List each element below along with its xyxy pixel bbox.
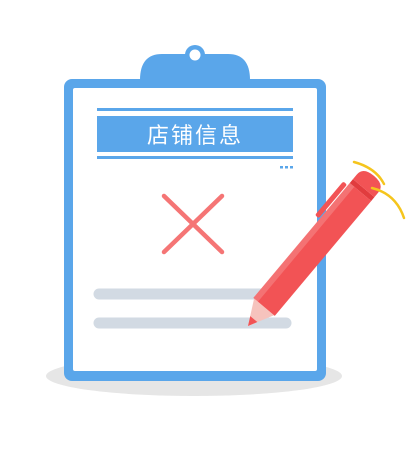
dotted-mark: [280, 166, 293, 169]
card-title: 店铺信息: [146, 124, 243, 149]
clipboard-illustration: 店铺信息: [0, 0, 406, 457]
clip-hole-inner: [189, 49, 201, 61]
title-rule-bottom: [97, 156, 293, 159]
title-rule-top: [97, 108, 293, 111]
illustration-canvas: [46, 45, 406, 396]
